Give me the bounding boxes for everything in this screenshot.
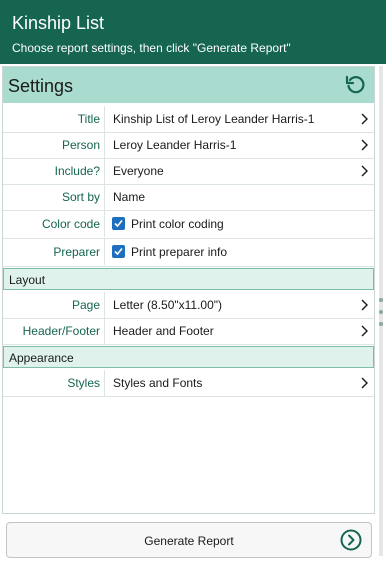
setting-row-page[interactable]: Page Letter (8.50"x11.00"): [3, 292, 374, 319]
handle-dot: [379, 322, 383, 326]
checkmark-icon: [114, 219, 123, 228]
setting-value: Leroy Leander Harris-1: [113, 138, 237, 152]
checkbox-label: Print color coding: [131, 217, 224, 231]
checkmark-icon: [114, 247, 123, 256]
chevron-right-icon: [361, 139, 368, 151]
arrow-circle-right-icon: [340, 529, 362, 551]
setting-label: Include?: [54, 164, 100, 178]
setting-value: Kinship List of Leroy Leander Harris-1: [113, 112, 315, 126]
color-coding-checkbox[interactable]: [112, 217, 125, 230]
setting-value-field[interactable]: Kinship List of Leroy Leander Harris-1: [104, 106, 374, 132]
settings-heading: Settings: [8, 76, 74, 96]
setting-value-field[interactable]: Letter (8.50"x11.00"): [104, 292, 374, 318]
setting-value: Letter (8.50"x11.00"): [113, 298, 223, 312]
setting-label: Title: [77, 112, 100, 126]
setting-value: Name: [113, 190, 146, 204]
setting-value-field[interactable]: Name: [104, 184, 374, 210]
window-subtitle: Choose report settings, then click "Gene…: [12, 41, 291, 55]
window-title: Kinship List: [12, 13, 105, 33]
preparer-info-checkbox[interactable]: [112, 245, 125, 258]
reset-icon[interactable]: [344, 74, 366, 96]
section-label: Appearance: [9, 351, 74, 365]
setting-row-header-footer[interactable]: Header/Footer Header and Footer: [3, 318, 374, 345]
resize-handle[interactable]: [378, 296, 384, 330]
chevron-right-icon: [361, 299, 368, 311]
setting-value: Styles and Fonts: [113, 376, 203, 390]
handle-dot: [379, 298, 383, 302]
handle-dot: [379, 310, 383, 314]
chevron-right-icon: [361, 325, 368, 337]
appearance-section-header[interactable]: Appearance: [3, 346, 374, 368]
section-label: Layout: [9, 273, 46, 287]
setting-row-sort-by[interactable]: Sort by Name: [3, 184, 374, 211]
setting-label: Styles: [67, 376, 100, 390]
setting-value: Header and Footer: [113, 324, 214, 338]
report-header: Kinship List Choose report settings, the…: [0, 0, 386, 64]
setting-label: Preparer: [53, 245, 100, 259]
settings-panel: Settings Title Kinship List of Leroy Lea…: [2, 66, 375, 514]
chevron-right-icon: [361, 165, 368, 177]
setting-value: Everyone: [113, 164, 164, 178]
setting-label: Page: [71, 298, 100, 312]
checkbox-label: Print preparer info: [131, 245, 228, 259]
setting-value-field[interactable]: Everyone: [104, 158, 374, 184]
settings-header: Settings: [3, 67, 374, 103]
setting-value-field[interactable]: Print color coding: [104, 211, 374, 237]
layout-section-header[interactable]: Layout: [3, 268, 374, 290]
setting-label: Sort by: [61, 190, 100, 204]
setting-value-field[interactable]: Leroy Leander Harris-1: [104, 132, 374, 158]
setting-value-field[interactable]: Header and Footer: [104, 318, 374, 344]
generate-report-button[interactable]: Generate Report: [6, 522, 372, 558]
setting-value-field[interactable]: Styles and Fonts: [104, 370, 374, 396]
setting-row-person[interactable]: Person Leroy Leander Harris-1: [3, 132, 374, 159]
setting-value-field[interactable]: Print preparer info: [104, 239, 374, 265]
setting-row-title[interactable]: Title Kinship List of Leroy Leander Harr…: [3, 106, 374, 133]
setting-label: Person: [61, 138, 100, 152]
chevron-right-icon: [361, 113, 368, 125]
setting-label: Color code: [41, 217, 100, 231]
chevron-right-icon: [361, 377, 368, 389]
setting-row-preparer[interactable]: Preparer Print preparer info: [3, 239, 374, 267]
setting-row-styles[interactable]: Styles Styles and Fonts: [3, 370, 374, 397]
generate-report-label: Generate Report: [144, 534, 234, 548]
setting-label: Header/Footer: [22, 324, 100, 338]
setting-row-color-code[interactable]: Color code Print color coding: [3, 211, 374, 239]
setting-row-include[interactable]: Include? Everyone: [3, 158, 374, 185]
